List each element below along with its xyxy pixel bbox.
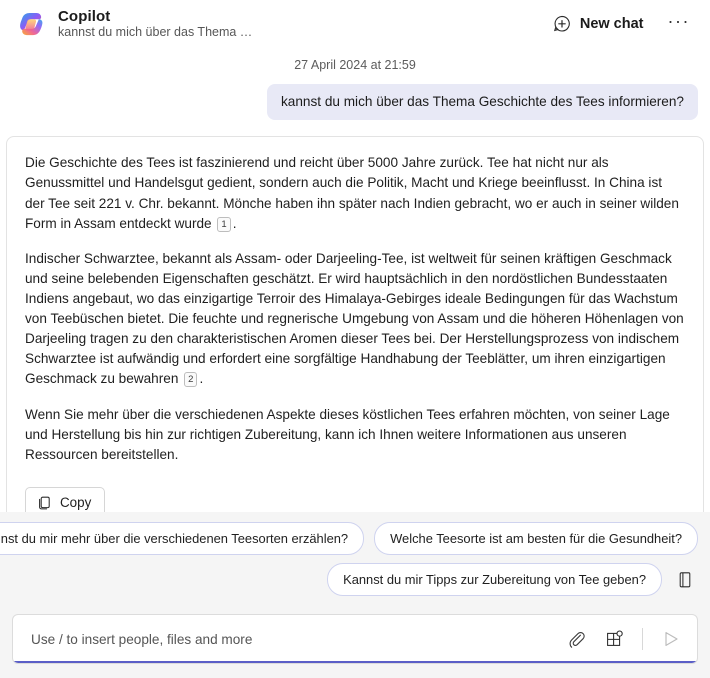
composer-wrapper [0, 608, 710, 678]
new-chat-plus-bubble-icon [553, 15, 570, 32]
citation-badge[interactable]: 1 [217, 216, 231, 232]
composer-actions [564, 627, 685, 651]
suggestion-chip[interactable]: Kannst du mir mehr über die verschiedene… [0, 522, 365, 555]
copy-icon [39, 496, 50, 510]
attach-button[interactable] [564, 627, 588, 651]
apps-button[interactable] [602, 627, 626, 651]
paragraph-text: Indischer Schwarztee, bekannt als Assam-… [25, 250, 684, 387]
composer-divider [642, 628, 643, 650]
notebook-button[interactable] [674, 568, 696, 592]
new-chat-label: New chat [579, 16, 644, 32]
user-message-row: kannst du mich über das Thema Geschichte… [0, 84, 710, 121]
user-message-bubble: kannst du mich über das Thema Geschichte… [267, 84, 698, 121]
send-icon [665, 632, 678, 646]
chat-subtitle: kannst du mich über das Thema … [58, 25, 253, 40]
copy-button[interactable]: Copy [25, 486, 106, 512]
send-button[interactable] [659, 627, 683, 651]
response-paragraph: Wenn Sie mehr über die verschiedenen Asp… [25, 405, 685, 465]
suggestion-row-1: Kannst du mir mehr über die verschiedene… [0, 522, 698, 555]
copilot-logo-icon [14, 7, 48, 41]
response-paragraph: Die Geschichte des Tees ist faszinierend… [25, 153, 685, 233]
copy-label: Copy [60, 495, 92, 511]
paragraph-text-tail: . [232, 215, 237, 231]
citation-badge[interactable]: 2 [184, 372, 198, 388]
apps-grid-plus-icon [606, 629, 623, 646]
response-paragraph: Indischer Schwarztee, bekannt als Assam-… [25, 249, 685, 390]
message-input[interactable] [29, 615, 564, 663]
conversation-area: 27 April 2024 at 21:59 kannst du mich üb… [0, 48, 710, 512]
message-timestamp: 27 April 2024 at 21:59 [294, 58, 416, 72]
paragraph-text-tail: . [199, 371, 204, 387]
more-options-button[interactable]: ··· [668, 12, 690, 36]
brand-block: Copilot kannst du mich über das Thema … [14, 7, 252, 41]
paragraph-text: Die Geschichte des Tees ist faszinierend… [25, 155, 679, 231]
response-actions: Copy [25, 486, 685, 512]
brand-text: Copilot kannst du mich über das Thema … [58, 7, 253, 40]
notebook-icon [679, 571, 691, 587]
suggestion-row-2: Kannst du mir Tipps zur Zubereitung von … [12, 563, 698, 596]
new-chat-button[interactable]: New chat [546, 10, 650, 38]
composer[interactable] [12, 614, 698, 664]
copilot-chat-window: Copilot kannst du mich über das Thema … … [0, 0, 710, 678]
app-header: Copilot kannst du mich über das Thema … … [0, 0, 710, 48]
suggestion-chip[interactable]: Kannst du mir Tipps zur Zubereitung von … [327, 563, 662, 596]
paragraph-text: Wenn Sie mehr über die verschiedenen Asp… [25, 406, 670, 462]
suggestions-area: Kannst du mir mehr über die verschiedene… [0, 512, 710, 608]
suggestion-chip[interactable]: Welche Teesorte ist am besten für die Ge… [374, 522, 698, 555]
app-title: Copilot [58, 7, 111, 25]
paperclip-icon [569, 631, 585, 648]
assistant-response-card: Die Geschichte des Tees ist faszinierend… [6, 136, 704, 512]
